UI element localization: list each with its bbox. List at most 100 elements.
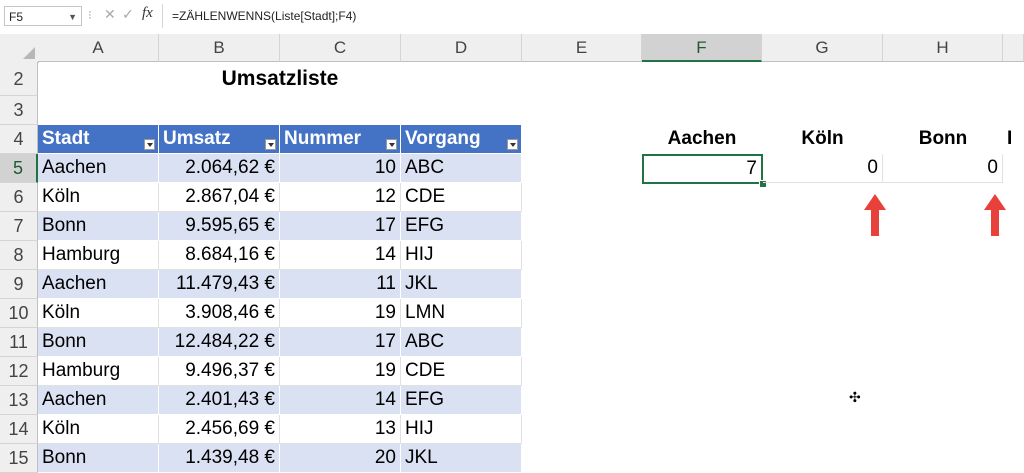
cell-nummer[interactable]: 17 <box>280 212 401 241</box>
formula-input[interactable]: =ZÄHLENWENNS(Liste[Stadt];F4) <box>172 6 356 26</box>
divider <box>162 4 163 28</box>
cell-vorgang[interactable]: EFG <box>401 212 522 241</box>
cell-nummer[interactable]: 19 <box>280 299 401 328</box>
row-header-2[interactable]: 2 <box>0 62 38 96</box>
cell-nummer[interactable]: 13 <box>280 415 401 444</box>
table-header-nummer[interactable]: Nummer <box>280 125 401 154</box>
column-header-d[interactable]: D <box>401 34 522 62</box>
cell-nummer[interactable]: 19 <box>280 357 401 386</box>
cell-stadt[interactable]: Hamburg <box>38 241 159 270</box>
cell-umsatz[interactable]: 2.401,43 € <box>159 386 280 415</box>
header-label: Stadt <box>42 128 90 149</box>
name-box-value: F5 <box>9 10 24 24</box>
cell-stadt[interactable]: Köln <box>38 415 159 444</box>
summary-label-bonn[interactable]: Bonn <box>883 125 1003 154</box>
cell-stadt[interactable]: Aachen <box>38 270 159 299</box>
summary-label-partial[interactable]: I <box>1003 125 1024 154</box>
summary-value-bonn[interactable]: 0 <box>883 154 1003 183</box>
column-header-i[interactable] <box>1003 34 1024 62</box>
summary-value-aachen[interactable]: 7 <box>642 154 763 184</box>
column-header-g[interactable]: G <box>762 34 883 62</box>
table-header-vorgang[interactable]: Vorgang <box>401 125 522 154</box>
cell-vorgang[interactable]: ABC <box>401 328 522 357</box>
row-header-9[interactable]: 9 <box>0 270 38 299</box>
cell-nummer[interactable]: 14 <box>280 241 401 270</box>
check-icon[interactable]: ✓ <box>122 6 134 23</box>
summary-value-koeln[interactable]: 0 <box>763 154 883 183</box>
column-header-b[interactable]: B <box>159 34 280 62</box>
cell-stadt[interactable]: Köln <box>38 183 159 212</box>
cancel-icon[interactable]: ✕ <box>104 6 116 23</box>
table-header-umsatz[interactable]: Umsatz <box>159 125 280 154</box>
row-header-13[interactable]: 13 <box>0 386 38 415</box>
header-label: Umsatz <box>163 128 231 149</box>
filter-dropdown-icon[interactable] <box>265 139 276 150</box>
cell-umsatz[interactable]: 2.064,62 € <box>159 154 280 183</box>
more-dots-icon: ⁝ <box>88 8 92 22</box>
row-header-7[interactable]: 7 <box>0 212 38 241</box>
column-header-c[interactable]: C <box>280 34 401 62</box>
cell-stadt[interactable]: Bonn <box>38 212 159 241</box>
cell-nummer[interactable]: 12 <box>280 183 401 212</box>
cell-vorgang[interactable]: JKL <box>401 444 522 473</box>
table-header-stadt[interactable]: Stadt <box>38 125 159 154</box>
formula-bar: F5 ▼ ⁝ ✕ ✓ fx =ZÄHLENWENNS(Liste[Stadt];… <box>0 0 1024 35</box>
cell-vorgang[interactable]: JKL <box>401 270 522 299</box>
name-box[interactable]: F5 ▼ <box>4 6 82 26</box>
cell-stadt[interactable]: Bonn <box>38 328 159 357</box>
row-header-11[interactable]: 11 <box>0 328 38 357</box>
cell-vorgang[interactable]: HIJ <box>401 415 522 444</box>
cell-vorgang[interactable]: HIJ <box>401 241 522 270</box>
filter-dropdown-icon[interactable] <box>386 139 397 150</box>
sheet-title[interactable]: Umsatzliste <box>159 62 401 96</box>
cell-nummer[interactable]: 14 <box>280 386 401 415</box>
cell-stadt[interactable]: Köln <box>38 299 159 328</box>
row-header-12[interactable]: 12 <box>0 357 38 386</box>
cell-umsatz[interactable]: 12.484,22 € <box>159 328 280 357</box>
cell-stadt[interactable]: Aachen <box>38 386 159 415</box>
insert-function-icon[interactable]: fx <box>142 5 153 22</box>
cell-nummer[interactable]: 10 <box>280 154 401 183</box>
red-arrow-icon <box>984 194 1006 236</box>
column-header-a[interactable]: A <box>38 34 159 62</box>
chevron-down-icon[interactable]: ▼ <box>68 7 77 27</box>
cell-vorgang[interactable]: CDE <box>401 357 522 386</box>
cell-umsatz[interactable]: 2.867,04 € <box>159 183 280 212</box>
cell-nummer[interactable]: 17 <box>280 328 401 357</box>
cell-umsatz[interactable]: 2.456,69 € <box>159 415 280 444</box>
filter-dropdown-icon[interactable] <box>144 139 155 150</box>
summary-label-aachen[interactable]: Aachen <box>642 125 762 154</box>
cell-umsatz[interactable]: 3.908,46 € <box>159 299 280 328</box>
row-header-6[interactable]: 6 <box>0 183 38 212</box>
cell-umsatz[interactable]: 1.439,48 € <box>159 444 280 473</box>
column-header-h[interactable]: H <box>883 34 1003 62</box>
cell-stadt[interactable]: Bonn <box>38 444 159 473</box>
column-header-e[interactable]: E <box>522 34 642 62</box>
row-header-4[interactable]: 4 <box>0 125 38 154</box>
row-header-15[interactable]: 15 <box>0 444 38 473</box>
cell-stadt[interactable]: Aachen <box>38 154 159 183</box>
summary-label-koeln[interactable]: Köln <box>762 125 883 154</box>
cell-umsatz[interactable]: 11.479,43 € <box>159 270 280 299</box>
cell-umsatz[interactable]: 8.684,16 € <box>159 241 280 270</box>
cell-vorgang[interactable]: CDE <box>401 183 522 212</box>
row-header-10[interactable]: 10 <box>0 299 38 328</box>
cell-vorgang[interactable]: EFG <box>401 386 522 415</box>
filter-dropdown-icon[interactable] <box>507 139 518 150</box>
cell-stadt[interactable]: Hamburg <box>38 357 159 386</box>
column-header-f[interactable]: F <box>642 34 762 62</box>
row-header-5[interactable]: 5 <box>0 154 38 183</box>
select-all-corner[interactable] <box>0 34 39 63</box>
cell-umsatz[interactable]: 9.496,37 € <box>159 357 280 386</box>
cell-vorgang[interactable]: LMN <box>401 299 522 328</box>
cell-cursor-icon: ✣ <box>849 389 861 405</box>
cell-vorgang[interactable]: ABC <box>401 154 522 183</box>
header-label: Vorgang <box>405 128 481 149</box>
row-header-14[interactable]: 14 <box>0 415 38 444</box>
row-header-3[interactable]: 3 <box>0 96 38 125</box>
cell-umsatz[interactable]: 9.595,65 € <box>159 212 280 241</box>
row-header-8[interactable]: 8 <box>0 241 38 270</box>
cell-nummer[interactable]: 11 <box>280 270 401 299</box>
red-arrow-icon <box>864 194 886 236</box>
cell-nummer[interactable]: 20 <box>280 444 401 473</box>
